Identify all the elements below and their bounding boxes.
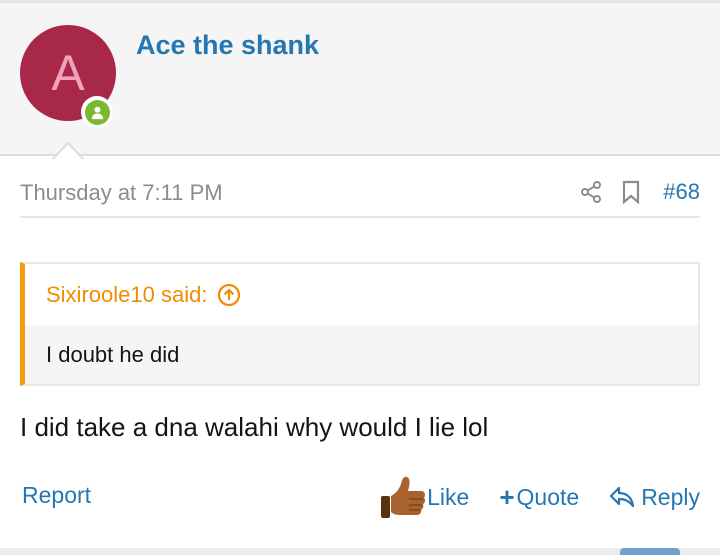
quote-block: Sixiroole10 said: I doubt he did — [20, 262, 700, 386]
post-footer: Report Like + Quote Reply — [20, 470, 700, 526]
reply-button[interactable]: Reply — [609, 484, 700, 511]
share-icon[interactable] — [577, 178, 605, 206]
quote-text: I doubt he did — [25, 325, 698, 384]
bottom-divider — [0, 548, 720, 555]
reply-icon — [610, 486, 635, 508]
quote-author-link[interactable]: Sixiroole10 said: — [46, 282, 207, 308]
post-meta-actions: #68 — [577, 178, 700, 206]
jump-to-quote-icon[interactable] — [217, 283, 241, 307]
online-status-badge — [81, 96, 113, 128]
plus-icon: + — [499, 481, 515, 512]
header-pointer — [51, 142, 85, 161]
bookmark-icon[interactable] — [617, 178, 645, 206]
quote-button[interactable]: + Quote — [499, 482, 579, 513]
post-message: I did take a dna walahi why would I lie … — [20, 412, 489, 442]
quote-label: Quote — [516, 483, 580, 510]
next-post-edge — [620, 548, 680, 555]
post-date[interactable]: Thursday at 7:11 PM — [20, 180, 223, 206]
post-author-name[interactable]: Ace the shank — [136, 30, 319, 61]
post-number-link[interactable]: #68 — [663, 179, 700, 205]
report-link[interactable]: Report — [22, 482, 91, 509]
post-meta-bar: Thursday at 7:11 PM #68 — [20, 172, 700, 218]
like-button[interactable]: Like — [379, 472, 469, 522]
user-icon — [84, 99, 110, 125]
like-label: Like — [427, 483, 470, 510]
thumbs-up-icon — [379, 472, 429, 522]
quote-header: Sixiroole10 said: — [25, 264, 698, 325]
post-actions: Like + Quote Reply — [379, 472, 700, 522]
reply-label: Reply — [641, 483, 700, 510]
post-user-header: A Ace the shank — [0, 3, 720, 161]
